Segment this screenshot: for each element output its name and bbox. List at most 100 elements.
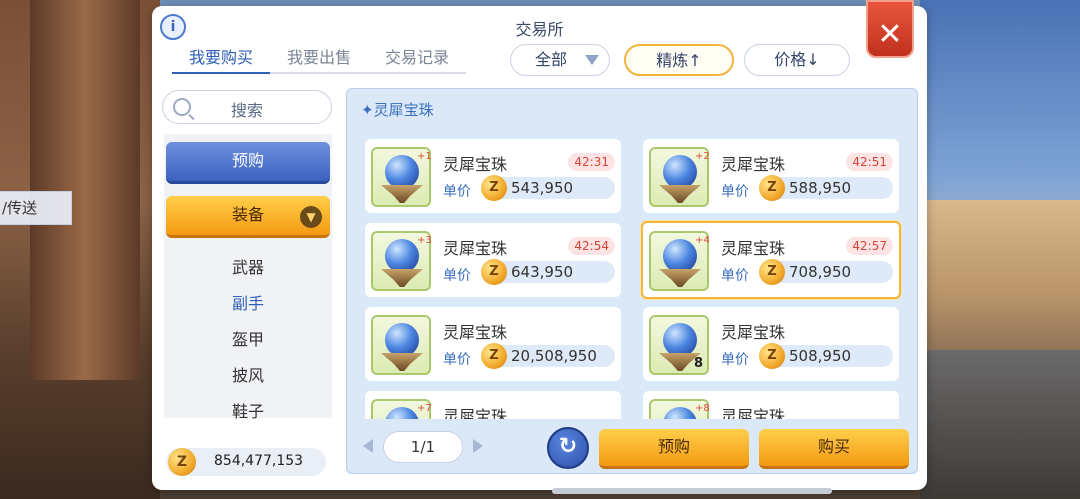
pager: 1/1 — [359, 431, 489, 463]
unit-price-label: 单价 — [721, 352, 749, 368]
dropdown-arrow-icon — [585, 55, 599, 65]
item-price: 708,950 — [789, 263, 852, 281]
search-icon — [173, 98, 191, 116]
time-remaining: 42:31 — [568, 153, 615, 171]
refresh-icon: ↻ — [558, 434, 578, 459]
panel-title: 交易所 — [515, 20, 564, 39]
tab-bar: 我要购买 我要出售 交易记录 — [172, 44, 466, 74]
sidebar-preorder-button[interactable]: 预购 — [166, 142, 330, 184]
refine-level: +7 — [417, 403, 432, 414]
background-ground — [920, 350, 1080, 499]
previous-page-icon[interactable] — [363, 439, 373, 453]
search-button[interactable]: 搜索 — [162, 90, 332, 124]
listing-grid[interactable]: +1 灵犀宝珠 42:31 单价 Z 543,950 +2 灵犀宝珠 42:51 — [347, 129, 917, 419]
zeny-coin-icon: Z — [168, 448, 196, 476]
item-name: 灵犀宝珠 — [443, 239, 508, 258]
orb-icon — [663, 239, 697, 273]
submenu-item-armor[interactable]: 盔甲 — [164, 322, 332, 358]
zeny-coin-icon: Z — [481, 259, 507, 285]
time-remaining: 42:54 — [568, 237, 615, 255]
item-name: 灵犀宝珠 — [721, 323, 786, 342]
time-remaining: 42:51 — [846, 153, 893, 171]
refine-level: +2 — [695, 151, 710, 162]
refine-level: +4 — [695, 235, 710, 246]
submenu-item-offhand[interactable]: 副手 — [164, 286, 332, 322]
price-sort-button[interactable]: 价格↓ — [744, 44, 850, 76]
price-pill: Z 543,950 — [481, 175, 615, 201]
time-remaining: 42:57 — [846, 237, 893, 255]
close-button[interactable]: ✕ — [866, 0, 914, 58]
page-indicator: 1/1 — [383, 431, 463, 463]
chevron-down-icon: ▼ — [300, 206, 322, 228]
submenu-item-shoes[interactable]: 鞋子 — [164, 394, 332, 430]
unit-price-label: 单价 — [721, 184, 749, 200]
tab-buy[interactable]: 我要购买 — [172, 44, 270, 74]
tab-sell[interactable]: 我要出售 — [270, 44, 368, 74]
exchange-panel: i 交易所 ✕ 我要购买 我要出售 交易记录 全部 精炼↑ 价格↓ 搜索 预购 … — [152, 0, 927, 494]
item-card[interactable]: +1 灵犀宝珠 42:31 单价 Z 543,950 — [365, 139, 621, 213]
close-icon: ✕ — [877, 17, 903, 52]
item-icon: +1 — [371, 147, 432, 207]
listing-area: ✦灵犀宝珠 +1 灵犀宝珠 42:31 单价 Z 543,950 +2 灵犀宝珠… — [346, 88, 918, 474]
zeny-coin-icon: Z — [759, 175, 785, 201]
item-card[interactable]: 灵犀宝珠 单价 Z 20,508,950 — [365, 307, 621, 381]
unit-price-label: 单价 — [443, 184, 471, 200]
background-tower — [30, 0, 140, 380]
preorder-button[interactable]: 预购 — [599, 429, 749, 469]
scroll-indicator — [552, 488, 832, 494]
item-price: 543,950 — [511, 179, 574, 197]
price-pill: Z 508,950 — [759, 343, 893, 369]
item-name: 灵犀宝珠 — [443, 323, 508, 342]
price-pill: Z 588,950 — [759, 175, 893, 201]
next-page-icon[interactable] — [473, 439, 483, 453]
orb-stand-icon — [381, 353, 423, 371]
item-name: 灵犀宝珠 — [443, 407, 508, 419]
item-price: 508,950 — [789, 347, 852, 365]
unit-price-label: 单价 — [443, 268, 471, 284]
item-card[interactable]: +7 灵犀宝珠 — [365, 391, 621, 419]
item-icon: 8 — [649, 315, 709, 375]
orb-icon — [663, 407, 697, 419]
currency-balance: Z 854,477,153 — [166, 448, 326, 476]
price-pill: Z 643,950 — [481, 259, 615, 285]
refine-level: +1 — [417, 151, 432, 162]
zeny-coin-icon: Z — [481, 343, 507, 369]
item-price: 643,950 — [511, 263, 574, 281]
item-price: 20,508,950 — [511, 347, 597, 365]
orb-icon — [385, 155, 419, 189]
sidebar-equipment-button[interactable]: 装备 ▼ — [166, 196, 330, 238]
listing-category-label: ✦灵犀宝珠 — [361, 101, 434, 119]
orb-icon — [385, 407, 419, 419]
item-card[interactable]: +8 灵犀宝珠 — [643, 391, 899, 419]
buy-button[interactable]: 购买 — [759, 429, 909, 469]
refresh-button[interactable]: ↻ — [547, 427, 589, 469]
zeny-coin-icon: Z — [759, 343, 785, 369]
submenu-item-cloak[interactable]: 披风 — [164, 358, 332, 394]
background-building-right — [920, 200, 1080, 360]
unit-price-label: 单价 — [443, 352, 471, 368]
zeny-coin-icon: Z — [481, 175, 507, 201]
orb-icon — [385, 323, 419, 357]
refine-sort-button[interactable]: 精炼↑ — [624, 44, 734, 76]
orb-icon — [385, 239, 419, 273]
item-card-selected[interactable]: +4 灵犀宝珠 42:57 单价 Z 708,950 — [641, 221, 901, 299]
price-pill: Z 20,508,950 — [481, 343, 615, 369]
submenu-item-weapon[interactable]: 武器 — [164, 250, 332, 286]
search-label: 搜索 — [231, 101, 264, 120]
category-dropdown-label: 全部 — [534, 50, 567, 69]
item-icon: +8 — [649, 399, 710, 419]
item-name: 灵犀宝珠 — [721, 155, 786, 174]
item-name: 灵犀宝珠 — [721, 239, 786, 258]
tab-history[interactable]: 交易记录 — [368, 44, 466, 74]
category-dropdown[interactable]: 全部 — [510, 44, 610, 76]
equipment-label: 装备 — [231, 205, 264, 224]
item-card[interactable]: +2 灵犀宝珠 42:51 单价 Z 588,950 — [643, 139, 899, 213]
teleport-button[interactable]: /传送 — [0, 191, 72, 225]
item-icon: +7 — [371, 399, 432, 419]
item-card[interactable]: +3 灵犀宝珠 42:54 单价 Z 643,950 — [365, 223, 621, 297]
item-icon: +4 — [649, 231, 710, 291]
item-card[interactable]: 8 灵犀宝珠 单价 Z 508,950 — [643, 307, 899, 381]
equipment-submenu: 武器 副手 盔甲 披风 鞋子 — [164, 250, 332, 430]
item-icon: +2 — [649, 147, 710, 207]
orb-stand-icon — [381, 185, 423, 203]
